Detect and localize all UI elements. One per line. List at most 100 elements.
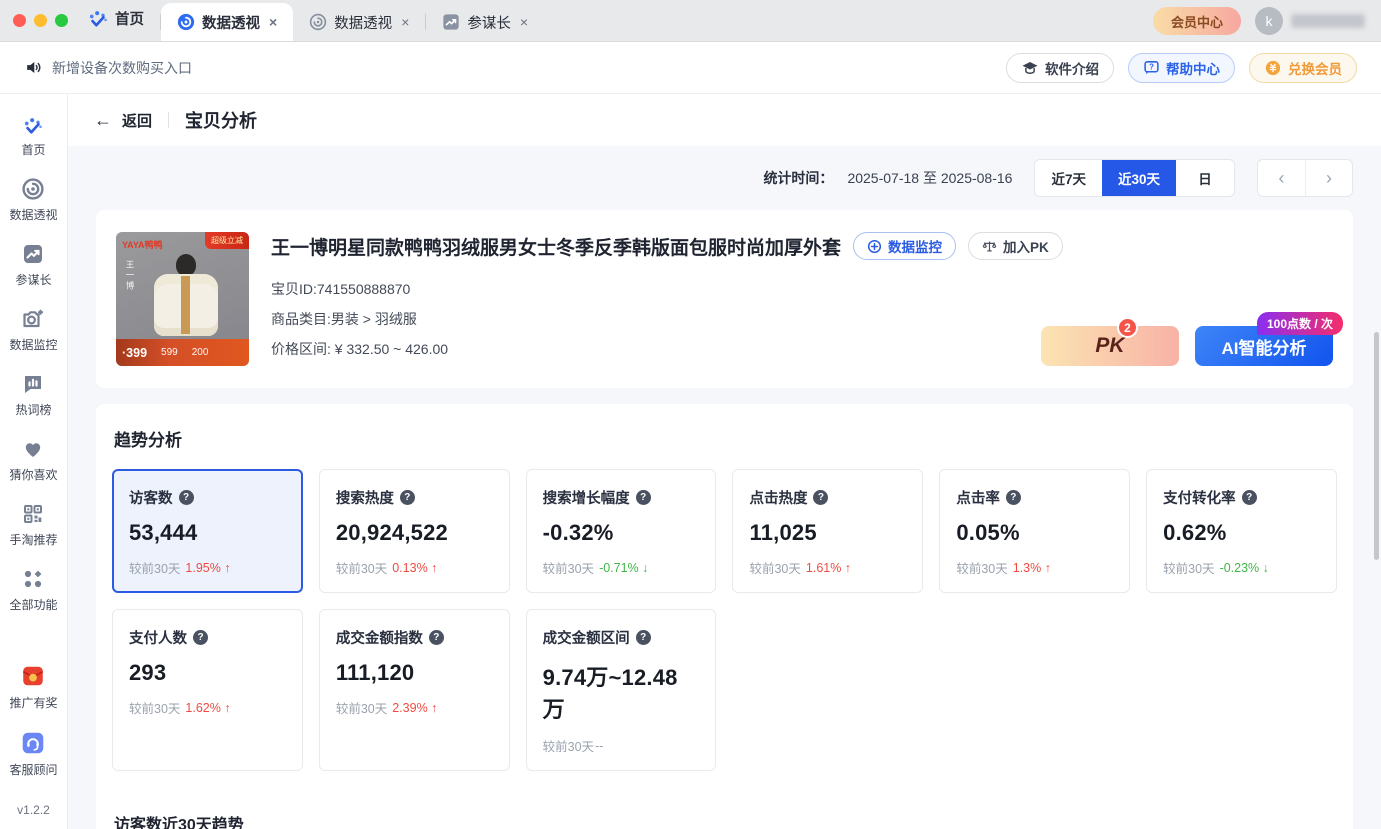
- metric-card-成交金额区间[interactable]: 成交金额区间?9.74万~12.48万较前30天--: [526, 609, 717, 771]
- metric-change-value: --: [595, 739, 603, 753]
- metric-card-点击热度[interactable]: 点击热度?11,025较前30天1.61% ↑: [732, 469, 923, 593]
- sidebar-item-热词榜[interactable]: 热词榜: [9, 372, 57, 418]
- tab-close-icon[interactable]: ×: [520, 14, 528, 30]
- metric-change-value: 1.61% ↑: [806, 561, 851, 575]
- maximize-window-button[interactable]: [55, 14, 68, 27]
- metric-card-支付人数[interactable]: 支付人数?293较前30天1.62% ↑: [112, 609, 303, 771]
- question-mark-icon[interactable]: ?: [1006, 490, 1021, 505]
- prev-page-button[interactable]: ‹: [1258, 160, 1305, 196]
- plus-circle-icon: [867, 239, 882, 254]
- product-image[interactable]: YAYA鸭鸭 超级立减 王一博 ·399 599 200: [116, 232, 249, 366]
- metric-change-value: 1.95% ↑: [185, 561, 230, 575]
- period-button-日[interactable]: 日: [1176, 160, 1234, 196]
- sidebar-item-推广有奖[interactable]: 推广有奖: [9, 663, 57, 711]
- stats-time-range: 2025-07-18 至 2025-08-16: [847, 168, 1012, 188]
- button-label: 兑换会员: [1288, 58, 1342, 78]
- ai-cost-badge: 100点数 / 次: [1257, 312, 1343, 335]
- avatar[interactable]: k: [1255, 7, 1283, 35]
- period-button-近30天[interactable]: 近30天: [1102, 160, 1176, 196]
- metric-card-支付转化率[interactable]: 支付转化率?0.62%较前30天-0.23% ↓: [1146, 469, 1337, 593]
- metric-label: 支付人数: [129, 627, 187, 648]
- advisor-gray-icon: [442, 13, 460, 31]
- metric-value: 0.62%: [1163, 520, 1320, 546]
- app-logo-icon: [88, 9, 108, 29]
- compare-prefix: 较前30天: [749, 558, 800, 577]
- page-header: ← 返回 宝贝分析: [68, 94, 1381, 146]
- question-mark-icon[interactable]: ?: [636, 490, 651, 505]
- metric-change-value: -0.71% ↓: [599, 561, 648, 575]
- metric-card-搜索热度[interactable]: 搜索热度?20,924,522较前30天0.13% ↑: [319, 469, 510, 593]
- metric-label: 点击热度: [749, 487, 807, 508]
- metric-label: 搜索增长幅度: [543, 487, 630, 508]
- question-mark-icon[interactable]: ?: [179, 490, 194, 505]
- tab-close-icon[interactable]: ×: [401, 14, 409, 30]
- header-actions: 软件介绍? 帮助中心 兑换会员: [1006, 53, 1357, 83]
- 软件介绍-button[interactable]: 软件介绍: [1006, 53, 1114, 83]
- metric-card-访客数[interactable]: 访客数?53,444较前30天1.95% ↑: [112, 469, 303, 593]
- tab-close-icon[interactable]: ×: [269, 14, 277, 30]
- question-mark-icon[interactable]: ?: [429, 630, 444, 645]
- sidebar-item-label: 热词榜: [15, 401, 51, 418]
- stats-time-label: 统计时间：: [763, 168, 833, 188]
- period-button-近7天[interactable]: 近7天: [1035, 160, 1102, 196]
- button-label: 帮助中心: [1166, 58, 1220, 78]
- sidebar-item-手淘推荐[interactable]: 手淘推荐: [9, 502, 57, 548]
- metric-change-row: 较前30天1.95% ↑: [129, 558, 286, 577]
- 兑换会员-button[interactable]: 兑换会员: [1249, 53, 1357, 83]
- product-card: YAYA鸭鸭 超级立减 王一博 ·399 599 200 王一博明星同款鸭鸭羽绒…: [96, 210, 1353, 388]
- app-version: v1.2.2: [17, 797, 50, 829]
- compare-prefix: 较前30天: [1163, 558, 1214, 577]
- metric-label: 搜索热度: [336, 487, 394, 508]
- pk-button[interactable]: PK 2: [1041, 326, 1179, 366]
- ai-analysis-button[interactable]: AI智能分析 100点数 / 次: [1195, 326, 1333, 366]
- metric-label: 点击率: [956, 487, 1000, 508]
- scrollbar-thumb[interactable]: [1374, 332, 1379, 560]
- tab-数据透视-1[interactable]: 数据透视×: [293, 3, 425, 41]
- metric-card-点击率[interactable]: 点击率?0.05%较前30天1.3% ↑: [939, 469, 1130, 593]
- question-mark-icon[interactable]: ?: [636, 630, 651, 645]
- question-mark-icon[interactable]: ?: [193, 630, 208, 645]
- next-page-button[interactable]: ›: [1305, 160, 1352, 196]
- sidebar-item-数据监控[interactable]: 数据监控: [9, 307, 57, 353]
- announcement-text[interactable]: 新增设备次数购买入口: [52, 58, 192, 78]
- question-mark-icon[interactable]: ?: [1242, 490, 1257, 505]
- tab-参谋长-2[interactable]: 参谋长×: [426, 3, 544, 41]
- back-button[interactable]: 返回: [122, 110, 152, 131]
- button-label: 软件介绍: [1045, 58, 1099, 78]
- sidebar-item-首页[interactable]: 首页: [9, 116, 57, 158]
- svg-text:?: ?: [1149, 63, 1154, 72]
- question-mark-icon[interactable]: ?: [813, 490, 828, 505]
- metric-card-搜索增长幅度[interactable]: 搜索增长幅度?-0.32%较前30天-0.71% ↓: [526, 469, 717, 593]
- pk-count-badge: 2: [1117, 317, 1138, 338]
- sidebar-item-参谋长[interactable]: 参谋长: [9, 242, 57, 288]
- join-pk-button[interactable]: 加入PK: [968, 232, 1063, 260]
- sidebar-item-客服顾问[interactable]: 客服顾问: [9, 730, 57, 778]
- product-title: 王一博明星同款鸭鸭羽绒服男女士冬季反季韩版面包服时尚加厚外套: [271, 233, 841, 260]
- sidebar-item-label: 数据透视: [9, 206, 57, 223]
- metric-value: 0.05%: [956, 520, 1113, 546]
- join-pk-label: 加入PK: [1003, 236, 1049, 256]
- stats-time-row: 统计时间： 2025-07-18 至 2025-08-16 近7天近30天日 ‹…: [96, 146, 1353, 210]
- compare-prefix: 较前30天: [336, 558, 387, 577]
- member-center-button[interactable]: 会员中心: [1153, 7, 1241, 35]
- question-mark-icon[interactable]: ?: [400, 490, 415, 505]
- metric-card-成交金额指数[interactable]: 成交金额指数?111,120较前30天2.39% ↑: [319, 609, 510, 771]
- metric-change-row: 较前30天 1.61% ↑: [749, 558, 906, 577]
- close-window-button[interactable]: [13, 14, 26, 27]
- tab-strip: 数据透视×数据透视×参谋长×: [161, 0, 544, 41]
- scale-icon: [982, 239, 997, 254]
- data-monitor-button[interactable]: 数据监控: [853, 232, 956, 260]
- sidebar-item-数据透视[interactable]: 数据透视: [9, 177, 57, 223]
- home-nav[interactable]: 首页: [82, 8, 160, 41]
- product-id-line: 宝贝ID:741550888870: [271, 274, 1333, 304]
- metric-change-value: -0.23% ↓: [1220, 561, 1269, 575]
- minimize-window-button[interactable]: [34, 14, 47, 27]
- tab-数据透视-0[interactable]: 数据透视×: [161, 3, 293, 41]
- compare-prefix: 较前30天: [129, 698, 180, 717]
- 帮助中心-button[interactable]: ? 帮助中心: [1128, 53, 1235, 83]
- qr-icon: [21, 502, 45, 526]
- user-account[interactable]: k: [1255, 7, 1365, 35]
- back-arrow-icon[interactable]: ←: [94, 110, 112, 131]
- sidebar-item-全部功能[interactable]: 全部功能: [9, 567, 57, 613]
- sidebar-item-猜你喜欢[interactable]: 猜你喜欢: [9, 437, 57, 483]
